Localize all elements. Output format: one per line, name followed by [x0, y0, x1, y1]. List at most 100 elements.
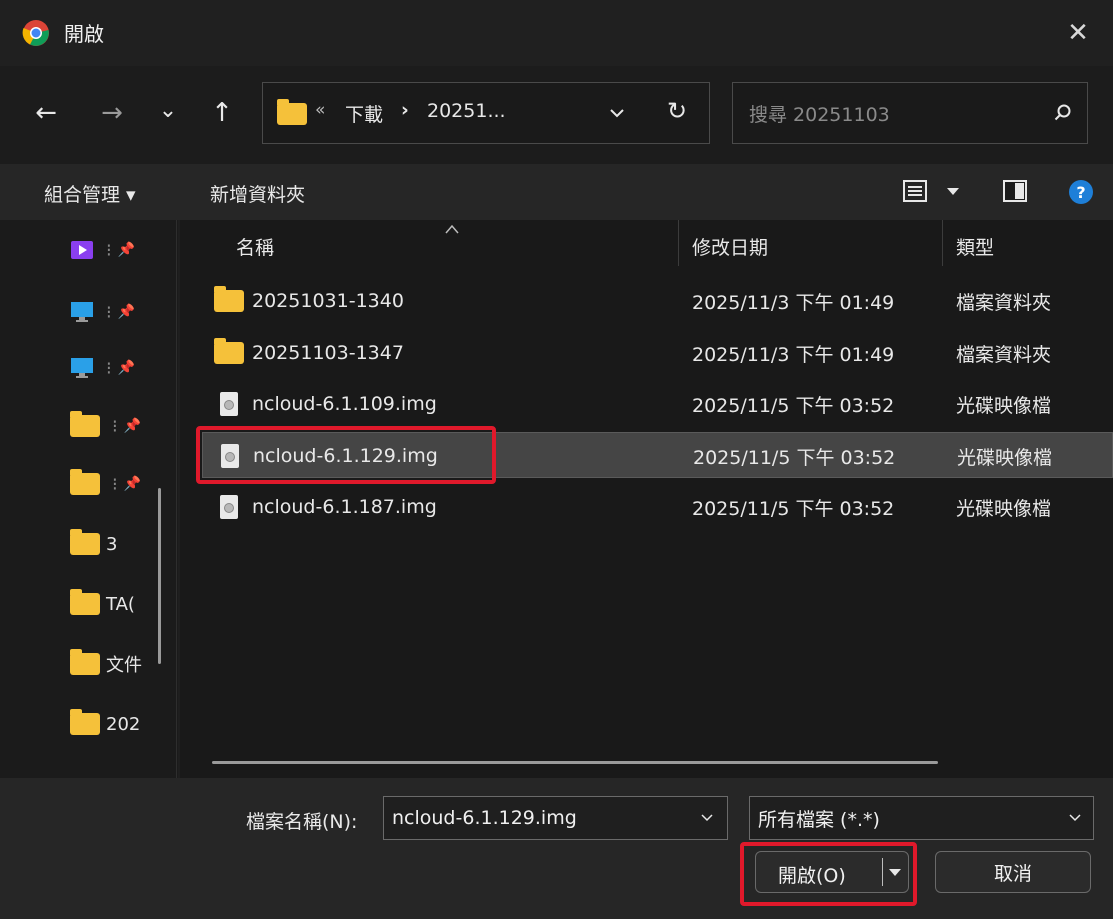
nav-item-label: 202: [106, 713, 141, 735]
file-row[interactable]: ncloud-6.1.109.img 2025/11/5 下午 03:52 光碟…: [180, 381, 1113, 427]
pane-divider[interactable]: [176, 220, 177, 778]
file-name: 20251103-1347: [252, 342, 404, 364]
column-header-modified[interactable]: 修改日期: [692, 220, 768, 272]
address-overflow[interactable]: «: [315, 100, 325, 120]
file-modified: 2025/11/3 下午 01:49: [692, 343, 895, 366]
file-type: 光碟映像檔: [956, 394, 1052, 417]
filename-label: 檔案名稱(N):: [246, 811, 358, 833]
address-bar[interactable]: « 下載 › 20251... ↻: [262, 82, 710, 144]
column-divider[interactable]: [678, 220, 679, 266]
pin-icon: 📌: [117, 242, 136, 258]
filetype-value[interactable]: 所有檔案 (*.*): [758, 805, 880, 832]
nav-item-folder[interactable]: ⁝ 📌: [70, 466, 141, 502]
file-name: ncloud-6.1.109.img: [252, 393, 437, 415]
disc-image-icon: [221, 444, 239, 468]
folder-icon: [277, 99, 307, 125]
view-options-dropdown-icon[interactable]: [946, 187, 960, 197]
open-options-dropdown-icon[interactable]: [888, 868, 902, 878]
back-button[interactable]: ←: [26, 93, 66, 133]
column-header-name[interactable]: 名稱: [236, 220, 274, 272]
file-name: ncloud-6.1.187.img: [252, 496, 437, 518]
toolbar: 組合管理 ▾ 新增資料夾 ?: [0, 164, 1113, 220]
pin-icon: 📌: [123, 476, 142, 492]
folder-icon: [70, 411, 100, 437]
breadcrumb-separator[interactable]: ›: [401, 99, 409, 121]
up-button[interactable]: ↑: [202, 93, 242, 133]
pin-icon: 📌: [117, 360, 136, 376]
help-icon[interactable]: ?: [1068, 179, 1094, 205]
breadcrumb-downloads[interactable]: 下載: [345, 100, 383, 127]
folder-icon: [70, 649, 100, 675]
window-title: 開啟: [64, 22, 104, 46]
file-row[interactable]: ncloud-6.1.187.img 2025/11/5 下午 03:52 光碟…: [180, 484, 1113, 530]
breadcrumb-current[interactable]: 20251...: [427, 100, 506, 122]
sort-ascending-icon: [445, 224, 459, 234]
disc-image-icon: [220, 495, 238, 519]
file-modified: 2025/11/5 下午 03:52: [693, 446, 896, 469]
column-header-type[interactable]: 類型: [956, 220, 994, 272]
filename-input[interactable]: ncloud-6.1.129.img: [383, 796, 728, 840]
navpane-scrollbar[interactable]: [158, 488, 161, 664]
chevron-down-icon[interactable]: [1068, 813, 1082, 823]
horizontal-scrollbar[interactable]: [212, 761, 938, 764]
video-icon: [71, 241, 93, 259]
title-bar: 開啟 ✕: [0, 0, 1113, 66]
forward-button[interactable]: →: [92, 93, 132, 133]
desktop-icon: [71, 358, 93, 378]
file-list: 名稱 修改日期 類型 20251031-1340 2025/11/3 下午 01…: [180, 220, 1113, 778]
cancel-button[interactable]: 取消: [935, 851, 1091, 893]
svg-text:?: ?: [1076, 183, 1085, 202]
recent-locations-button[interactable]: ⌄: [148, 90, 188, 130]
split-divider: [882, 858, 883, 886]
organize-button[interactable]: 組合管理 ▾: [44, 180, 136, 207]
preview-pane-icon[interactable]: [1002, 179, 1028, 203]
nav-item-folder[interactable]: ⁝ 📌: [70, 408, 141, 444]
file-row[interactable]: 20251031-1340 2025/11/3 下午 01:49 檔案資料夾: [180, 278, 1113, 324]
file-type: 檔案資料夾: [956, 291, 1052, 314]
search-box[interactable]: 搜尋 20251103: [732, 82, 1088, 144]
search-icon[interactable]: [1053, 103, 1073, 123]
filename-value[interactable]: ncloud-6.1.129.img: [392, 807, 577, 829]
folder-icon: [70, 589, 100, 615]
open-button[interactable]: 開啟(O): [755, 851, 909, 893]
file-modified: 2025/11/5 下午 03:52: [692, 394, 895, 417]
nav-item-desktop[interactable]: ⁝ 📌: [70, 350, 135, 386]
file-type: 光碟映像檔: [956, 497, 1052, 520]
chevron-down-icon[interactable]: [609, 107, 625, 119]
file-modified: 2025/11/5 下午 03:52: [692, 497, 895, 520]
file-modified: 2025/11/3 下午 01:49: [692, 291, 895, 314]
nav-item-video[interactable]: ⁝ 📌: [70, 232, 135, 268]
disc-image-icon: [220, 392, 238, 416]
nav-item-label: 3: [106, 533, 118, 555]
view-details-icon[interactable]: [902, 179, 928, 203]
nav-item-folder[interactable]: 文件: [70, 646, 142, 682]
column-divider[interactable]: [942, 220, 943, 266]
folder-icon: [214, 286, 244, 312]
nav-item-folder[interactable]: 202: [70, 706, 140, 742]
filetype-select[interactable]: 所有檔案 (*.*): [749, 796, 1094, 840]
bottom-panel: 檔案名稱(N): ncloud-6.1.129.img 所有檔案 (*.*) 開…: [0, 778, 1113, 919]
file-type: 檔案資料夾: [956, 343, 1052, 366]
chrome-icon: [22, 20, 49, 46]
new-folder-button[interactable]: 新增資料夾: [210, 180, 305, 207]
nav-item-label: TA(: [106, 593, 135, 615]
search-placeholder[interactable]: 搜尋 20251103: [749, 100, 890, 127]
file-row-selected[interactable]: ncloud-6.1.129.img 2025/11/5 下午 03:52 光碟…: [202, 432, 1113, 478]
chevron-down-icon[interactable]: [700, 813, 714, 823]
nav-item-desktop[interactable]: ⁝ 📌: [70, 294, 135, 330]
navigation-pane: ⁝ 📌 ⁝ 📌 ⁝ 📌 ⁝ 📌 ⁝ 📌 3 TA(文件 202: [0, 220, 178, 778]
refresh-button[interactable]: ↻: [667, 97, 687, 125]
file-name: ncloud-6.1.129.img: [253, 445, 438, 467]
file-row[interactable]: 20251103-1347 2025/11/3 下午 01:49 檔案資料夾: [180, 330, 1113, 376]
nav-item-folder[interactable]: 3: [70, 526, 117, 562]
pin-icon: 📌: [117, 304, 136, 320]
nav-item-label: 文件: [106, 655, 142, 676]
folder-icon: [70, 709, 100, 735]
close-button[interactable]: ✕: [1043, 0, 1113, 66]
file-name: 20251031-1340: [252, 290, 404, 312]
folder-icon: [70, 529, 100, 555]
nav-item-folder[interactable]: TA(: [70, 586, 135, 622]
pin-icon: 📌: [123, 418, 142, 434]
open-button-label[interactable]: 開啟(O): [778, 861, 846, 888]
file-type: 光碟映像檔: [957, 446, 1053, 469]
